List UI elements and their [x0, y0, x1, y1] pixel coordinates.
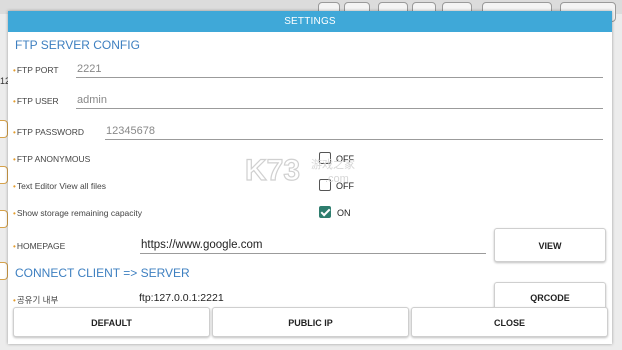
- storage-capacity-label: •Show storage remaining capacity: [13, 208, 142, 218]
- storage-capacity-checkbox[interactable]: [319, 206, 331, 218]
- bullet-icon: •: [13, 155, 16, 164]
- ftp-password-label: •FTP PASSWORD: [13, 127, 84, 137]
- close-button[interactable]: CLOSE: [411, 307, 608, 337]
- connect-client-title: CONNECT CLIENT => SERVER: [15, 266, 190, 280]
- bullet-icon: •: [13, 66, 16, 75]
- background-side-tab: [0, 120, 8, 138]
- ftp-anonymous-label: •FTP ANONYMOUS: [13, 154, 90, 164]
- text-editor-label: •Text Editor View all files: [13, 181, 106, 191]
- homepage-label-text: HOMEPAGE: [16, 241, 66, 251]
- background-side-tab: [0, 166, 8, 184]
- ftp-user-input[interactable]: admin: [76, 93, 603, 109]
- bullet-icon: •: [13, 296, 16, 305]
- dialog-title: SETTINGS: [8, 11, 612, 32]
- storage-capacity-label-text: Show storage remaining capacity: [16, 208, 143, 218]
- bullet-icon: •: [13, 182, 16, 191]
- public-ip-button[interactable]: PUBLIC IP: [212, 307, 409, 337]
- ftp-port-label-text: FTP PORT: [16, 65, 59, 75]
- internal-network-label-text: 공유기 내부: [16, 295, 59, 305]
- ftp-password-input[interactable]: 12345678: [105, 124, 603, 140]
- ftp-user-label-text: FTP USER: [16, 96, 59, 106]
- background-side-tab: [0, 210, 8, 228]
- bullet-icon: •: [13, 209, 16, 218]
- bullet-icon: •: [13, 128, 16, 137]
- settings-dialog: SETTINGS FTP SERVER CONFIG •FTP PORT 222…: [8, 11, 612, 344]
- ftp-port-label: •FTP PORT: [13, 65, 59, 75]
- text-editor-checkbox[interactable]: [319, 179, 331, 191]
- text-editor-state: OFF: [336, 181, 354, 191]
- view-button[interactable]: VIEW: [494, 228, 606, 262]
- bullet-icon: •: [13, 97, 16, 106]
- internal-ftp-address: ftp:127.0.0.1:2221: [139, 292, 224, 304]
- internal-network-label: •공유기 내부: [13, 294, 58, 306]
- ftp-password-label-text: FTP PASSWORD: [16, 127, 85, 137]
- homepage-input[interactable]: https://www.google.com: [140, 238, 486, 254]
- ftp-server-config-title: FTP SERVER CONFIG: [15, 38, 140, 52]
- homepage-label: •HOMEPAGE: [13, 241, 65, 251]
- background-side-tab: [0, 262, 8, 280]
- text-editor-label-text: Text Editor View all files: [16, 181, 106, 191]
- default-button[interactable]: DEFAULT: [13, 307, 210, 337]
- bullet-icon: •: [13, 242, 16, 251]
- storage-capacity-state: ON: [337, 208, 351, 218]
- ftp-anonymous-label-text: FTP ANONYMOUS: [16, 154, 91, 164]
- ftp-anonymous-state: OFF: [336, 154, 354, 164]
- ftp-anonymous-checkbox[interactable]: [319, 152, 331, 164]
- ftp-port-input[interactable]: 2221: [76, 62, 603, 78]
- ftp-user-label: •FTP USER: [13, 96, 59, 106]
